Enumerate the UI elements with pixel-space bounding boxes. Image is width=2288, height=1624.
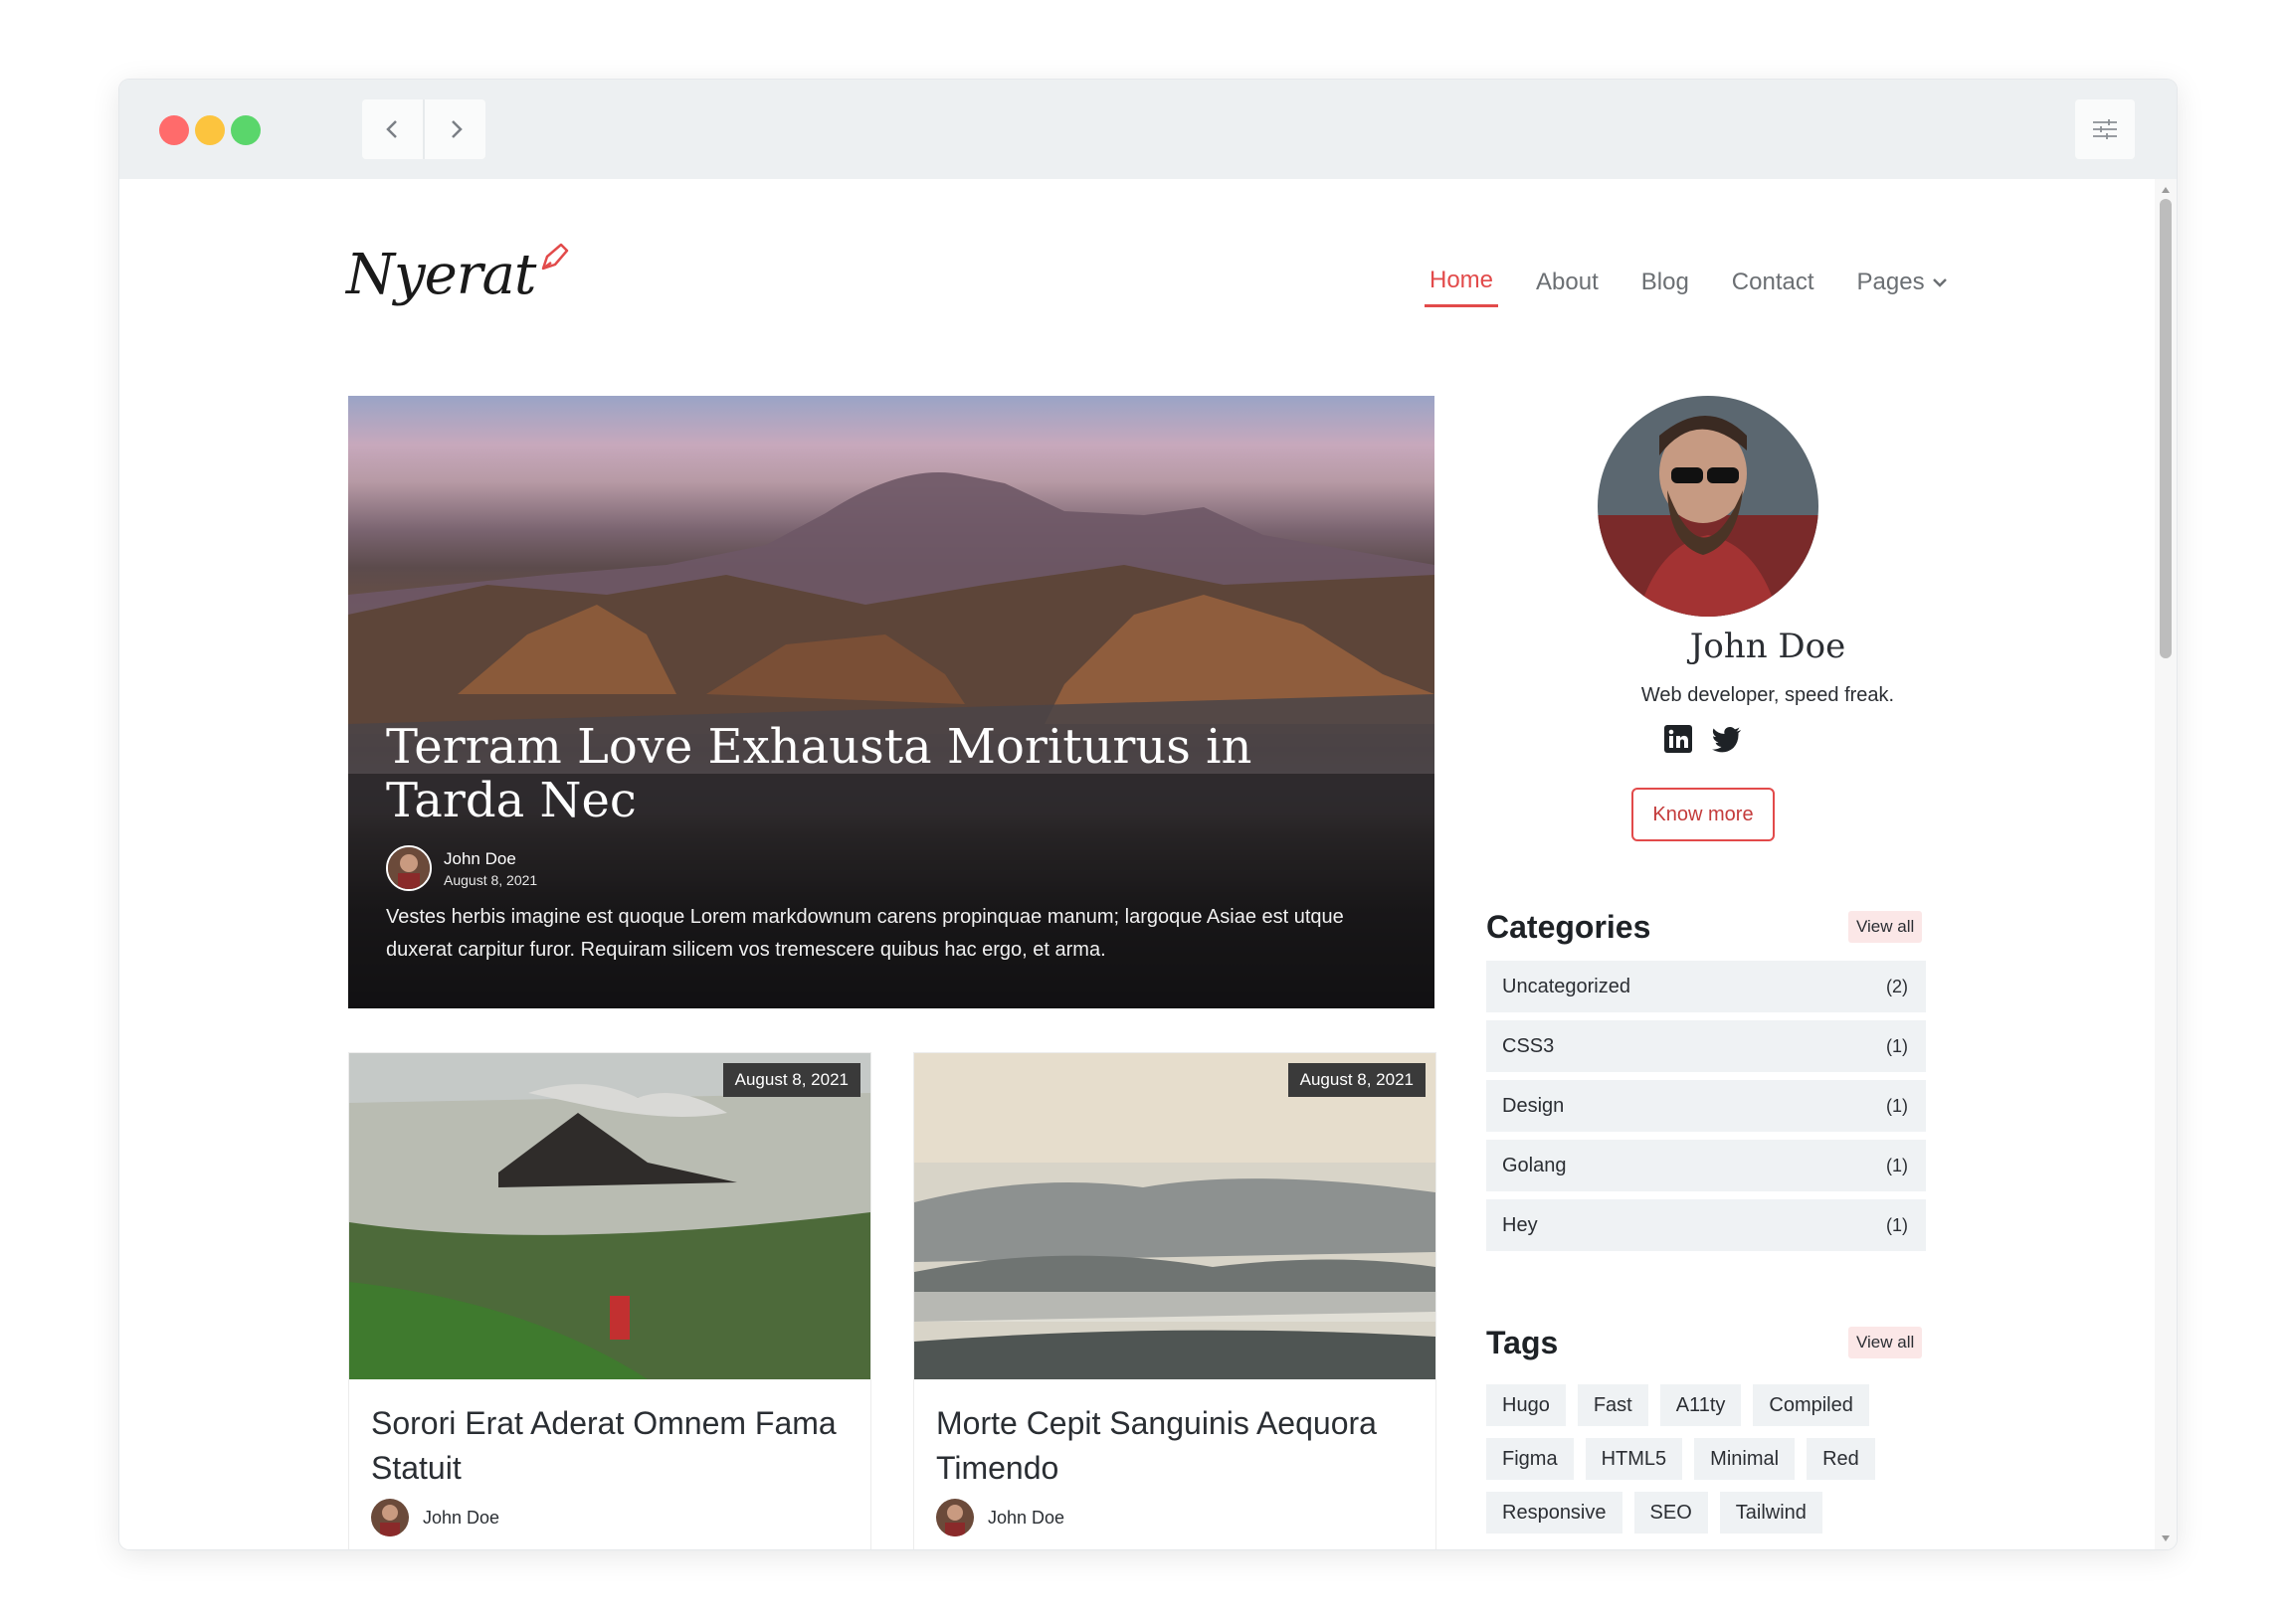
chevron-left-icon xyxy=(385,120,397,138)
profile-name: John Doe xyxy=(1689,627,1846,666)
tag-item[interactable]: SEO xyxy=(1633,1492,1708,1534)
site-logo[interactable]: Nyerat xyxy=(346,243,571,332)
close-window-button[interactable] xyxy=(159,115,189,145)
category-name: CSS3 xyxy=(1502,1034,1555,1057)
tag-item[interactable]: Hugo xyxy=(1486,1384,1566,1426)
category-count: (1) xyxy=(1886,1155,1908,1175)
post-title[interactable]: Morte Cepit Sanguinis Aequora Timendo xyxy=(936,1401,1424,1491)
category-item[interactable]: Golang (1) xyxy=(1486,1140,1926,1191)
categories-view-all-button[interactable]: View all xyxy=(1848,911,1923,943)
scroll-down-arrow-icon[interactable] xyxy=(2162,1535,2170,1541)
forward-button[interactable] xyxy=(423,99,485,159)
post-author-name: John Doe xyxy=(988,1507,1065,1528)
linkedin-icon[interactable] xyxy=(1663,724,1693,754)
know-more-button[interactable]: Know more xyxy=(1631,788,1775,841)
scroll-up-arrow-icon[interactable] xyxy=(2162,187,2170,193)
featured-excerpt: Vestes herbis imagine est quoque Lorem m… xyxy=(386,906,1344,961)
post-author-name: John Doe xyxy=(423,1507,500,1528)
category-name: Design xyxy=(1502,1094,1565,1117)
nav-about[interactable]: About xyxy=(1531,265,1604,306)
avatar xyxy=(936,1499,974,1536)
browser-settings-button[interactable] xyxy=(2075,99,2135,159)
vertical-scrollbar[interactable] xyxy=(2155,179,2177,1549)
post-title[interactable]: Sorori Erat Aderat Omnem Fama Statuit xyxy=(371,1401,858,1491)
tag-item[interactable]: Figma xyxy=(1486,1438,1574,1480)
tag-item[interactable]: A11ty xyxy=(1659,1384,1742,1426)
tag-item[interactable]: Responsive xyxy=(1486,1492,1622,1534)
category-item[interactable]: Uncategorized (2) xyxy=(1486,961,1926,1012)
browser-nav-buttons xyxy=(362,99,485,159)
nav-pages-label: Pages xyxy=(1856,268,1925,295)
featured-author: John Doe xyxy=(444,848,516,868)
main-nav: Home About Blog Contact Pages xyxy=(1425,263,1954,307)
nav-pages-dropdown[interactable]: Pages xyxy=(1852,265,1954,306)
chevron-right-icon xyxy=(451,120,463,138)
category-count: (1) xyxy=(1886,1214,1908,1235)
category-item[interactable]: CSS3 (1) xyxy=(1486,1020,1926,1072)
tag-item[interactable]: HTML5 xyxy=(1585,1438,1683,1480)
category-name: Hey xyxy=(1502,1213,1538,1236)
category-item[interactable]: Hey (1) xyxy=(1486,1199,1926,1251)
post-date-badge: August 8, 2021 xyxy=(1287,1063,1426,1097)
post-date-badge: August 8, 2021 xyxy=(722,1063,860,1097)
post-author: John Doe xyxy=(936,1499,1064,1536)
tag-item[interactable]: Minimal xyxy=(1694,1438,1796,1480)
featured-date: August 8, 2021 xyxy=(444,871,538,888)
category-count: (2) xyxy=(1886,976,1908,996)
featured-title[interactable]: Terram Love Exhausta Moriturus in Tarda … xyxy=(386,720,1321,827)
logo-text: Nyerat xyxy=(346,243,536,307)
nav-blog[interactable]: Blog xyxy=(1636,265,1694,306)
tag-item[interactable]: Fast xyxy=(1577,1384,1648,1426)
scrollbar-thumb[interactable] xyxy=(2160,199,2172,658)
tags-list: Hugo Fast A11ty Compiled Figma HTML5 Min… xyxy=(1486,1384,1944,1534)
post-card[interactable]: August 8, 2021 Morte Cepit Sanguinis Aeq… xyxy=(913,1052,1436,1549)
category-name: Uncategorized xyxy=(1502,975,1630,997)
featured-meta: John Doe August 8, 2021 xyxy=(386,845,537,891)
categories-heading: Categories xyxy=(1486,909,1651,945)
tag-item[interactable]: Compiled xyxy=(1753,1384,1869,1426)
category-item[interactable]: Design (1) xyxy=(1486,1080,1926,1132)
profile-avatar xyxy=(1598,396,1818,617)
post-image xyxy=(349,1053,870,1379)
category-name: Golang xyxy=(1502,1154,1567,1176)
post-author: John Doe xyxy=(371,1499,499,1536)
back-button[interactable] xyxy=(362,99,423,159)
tags-view-all-button[interactable]: View all xyxy=(1848,1327,1923,1358)
social-links xyxy=(1663,724,1743,754)
chevron-down-icon xyxy=(1932,277,1947,287)
category-count: (1) xyxy=(1886,1035,1908,1056)
browser-titlebar xyxy=(119,80,2177,179)
tags-heading: Tags xyxy=(1486,1325,1559,1360)
avatar xyxy=(371,1499,409,1536)
post-card[interactable]: August 8, 2021 Sorori Erat Aderat Omnem … xyxy=(348,1052,871,1549)
browser-window: Nyerat Home About Blog Contact Pages Ter… xyxy=(119,80,2177,1549)
featured-post[interactable]: Terram Love Exhausta Moriturus in Tarda … xyxy=(348,396,1434,1008)
pen-icon xyxy=(542,243,569,271)
sliders-icon xyxy=(2093,119,2117,139)
post-image xyxy=(914,1053,1435,1379)
tag-item[interactable]: Red xyxy=(1807,1438,1875,1480)
nav-home[interactable]: Home xyxy=(1425,263,1499,307)
avatar xyxy=(386,845,432,891)
nav-contact[interactable]: Contact xyxy=(1727,265,1819,306)
page-viewport: Nyerat Home About Blog Contact Pages Ter… xyxy=(119,179,2155,1549)
maximize-window-button[interactable] xyxy=(231,115,261,145)
twitter-icon[interactable] xyxy=(1711,724,1743,754)
category-count: (1) xyxy=(1886,1095,1908,1116)
tag-item[interactable]: Tailwind xyxy=(1719,1492,1822,1534)
minimize-window-button[interactable] xyxy=(195,115,225,145)
categories-list: Uncategorized (2) CSS3 (1) Design (1) Golan… xyxy=(1486,961,1926,1259)
profile-bio: Web developer, speed freak. xyxy=(1640,684,1895,706)
